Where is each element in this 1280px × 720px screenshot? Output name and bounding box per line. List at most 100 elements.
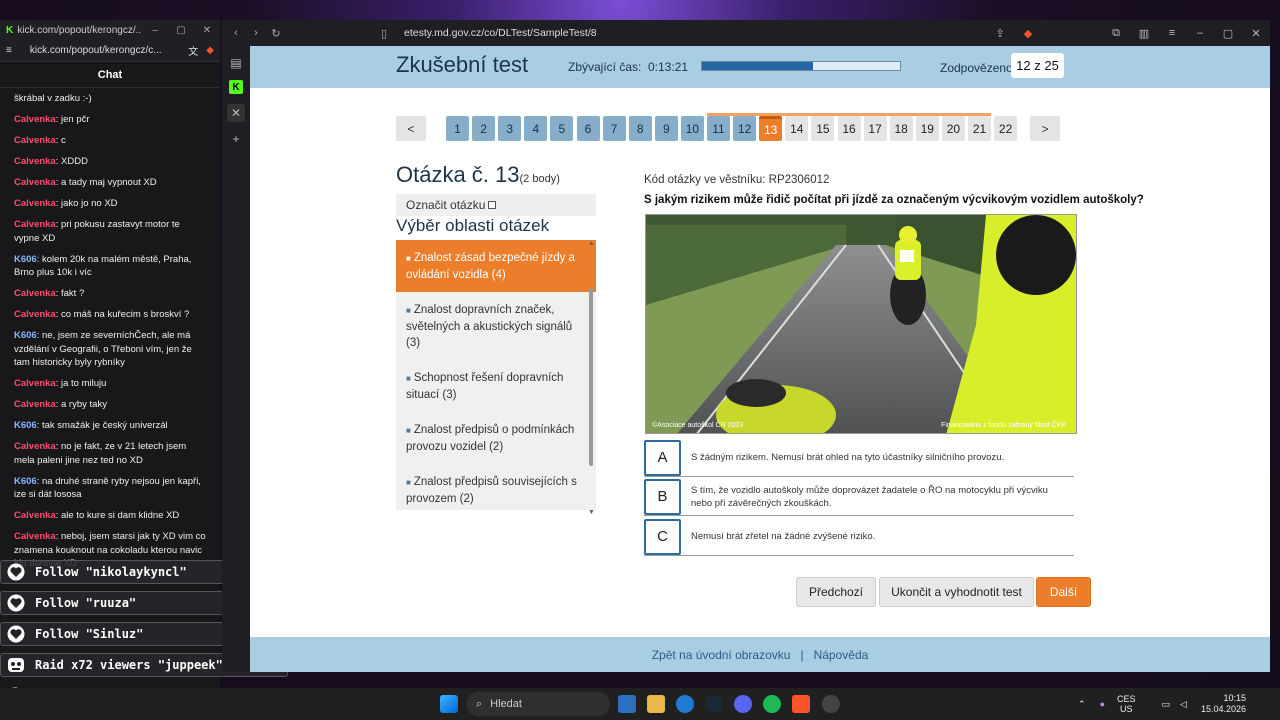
brave-icon[interactable] <box>792 695 810 713</box>
maximize-icon[interactable]: ▢ <box>1214 27 1242 40</box>
area-item[interactable]: ■ Znalost zásad bezpečné jízdy a ovládání… <box>396 240 596 292</box>
file-explorer-icon[interactable] <box>647 695 665 713</box>
taskbar-search[interactable]: ⌕ Hledat <box>466 692 610 716</box>
chat-username[interactable]: Calvenka <box>14 399 56 410</box>
kick-logo-icon[interactable]: K <box>229 80 243 94</box>
question-nav-19[interactable]: 19 <box>915 116 939 141</box>
translate-icon[interactable]: 文 <box>188 43 198 58</box>
chat-url-bar[interactable]: ≡ kick.com/popout/kerongcz/c... 文 ◆ <box>0 40 220 62</box>
question-nav-17[interactable]: 17 <box>863 116 887 141</box>
chat-username[interactable]: Calvenka <box>14 198 56 209</box>
question-nav-2[interactable]: 2 <box>472 116 496 141</box>
photos-icon[interactable] <box>618 695 636 713</box>
chat-username[interactable]: Calvenka <box>14 135 56 146</box>
minimize-icon[interactable]: – <box>1186 27 1214 40</box>
close-icon[interactable]: ✕ <box>1242 27 1270 40</box>
question-nav-15[interactable]: 15 <box>811 116 835 141</box>
obs-icon[interactable] <box>822 695 840 713</box>
steam-icon[interactable] <box>705 695 723 713</box>
question-nav-7[interactable]: 7 <box>602 116 626 141</box>
answer-option[interactable]: C Nemusí brát zřetel na žádné zvýšené riz… <box>644 518 1074 556</box>
minimize-icon[interactable]: – <box>142 25 168 36</box>
clock[interactable]: 10:15 15.04.2026 <box>1201 693 1246 715</box>
next-question-button[interactable]: > <box>1030 116 1060 141</box>
footer-home-link[interactable]: Zpět na úvodní obrazovku <box>652 648 791 662</box>
chat-username[interactable]: K606 <box>14 476 37 487</box>
start-icon[interactable] <box>440 695 458 713</box>
edge-icon[interactable] <box>676 695 694 713</box>
question-nav-4[interactable]: 4 <box>524 116 548 141</box>
question-nav-22[interactable]: 22 <box>994 116 1018 141</box>
chat-username[interactable]: Calvenka <box>14 156 56 167</box>
menu-icon[interactable]: ≡ <box>6 45 12 56</box>
area-item[interactable]: ■ Schopnost řešení dopravních situací (3) <box>396 360 596 412</box>
chat-username[interactable]: Calvenka <box>14 288 56 299</box>
volume-icon[interactable]: ◁ <box>1180 699 1187 710</box>
areas-scrollbar[interactable]: ▲ ▼ <box>588 240 595 516</box>
spotify-icon[interactable] <box>763 695 781 713</box>
mark-question-checkbox[interactable] <box>488 201 497 209</box>
address-bar[interactable]: etesty.md.gov.cz/co/DLTest/SampleTest/8 <box>404 27 597 39</box>
chat-username[interactable]: Calvenka <box>14 378 56 389</box>
mark-question-toggle[interactable]: Označit otázku <box>396 194 596 216</box>
finish-test-button[interactable]: Ukončit a vyhodnotit test <box>879 577 1034 607</box>
tab-search-icon[interactable]: ⧉ <box>1102 27 1130 40</box>
question-nav-1[interactable]: 1 <box>446 116 469 141</box>
reload-icon[interactable]: ↻ <box>266 27 286 40</box>
answer-letter-button[interactable]: A <box>644 439 681 476</box>
question-nav-18[interactable]: 18 <box>889 116 913 141</box>
question-nav-14[interactable]: 14 <box>785 116 809 141</box>
footer-help-link[interactable]: Nápověda <box>814 648 869 662</box>
scroll-up-icon[interactable]: ▲ <box>588 240 595 247</box>
answer-letter-button[interactable]: C <box>644 518 681 555</box>
chat-username[interactable]: K606 <box>14 420 37 431</box>
network-icon[interactable]: ▭ <box>1162 699 1171 710</box>
close-icon[interactable]: ✕ <box>227 104 245 122</box>
tray-chevron-icon[interactable]: ⌃ <box>1078 699 1086 710</box>
sidebar-panel-icon[interactable]: ▤ <box>230 56 241 70</box>
brave-shield-icon[interactable]: ◆ <box>206 45 214 56</box>
forward-icon[interactable]: › <box>246 27 266 39</box>
answer-option[interactable]: A S žádným rizikem. Nemusí brát ohled na … <box>644 439 1074 477</box>
chat-username[interactable]: Calvenka <box>14 441 56 452</box>
question-nav-11[interactable]: 11 <box>707 116 730 141</box>
prev-question-button[interactable]: < <box>396 116 426 141</box>
chat-username[interactable]: Calvenka <box>14 219 56 230</box>
brave-shield-icon[interactable]: ◆ <box>1014 27 1042 40</box>
next-button[interactable]: Další <box>1036 577 1091 607</box>
area-item[interactable]: ■ Znalost předpisů o podmínkách provozu v… <box>396 412 596 464</box>
maximize-icon[interactable]: ▢ <box>168 25 194 36</box>
add-icon[interactable]: + <box>232 132 239 146</box>
share-icon[interactable]: ⇪ <box>986 27 1014 40</box>
scrollbar-thumb[interactable] <box>589 288 593 466</box>
question-nav-21[interactable]: 21 <box>968 116 991 141</box>
previous-button[interactable]: Předchozí <box>796 577 876 607</box>
back-icon[interactable]: ‹ <box>226 27 246 39</box>
question-nav-3[interactable]: 3 <box>498 116 522 141</box>
chat-username[interactable]: K606 <box>14 254 37 265</box>
question-nav-6[interactable]: 6 <box>576 116 600 141</box>
scroll-down-icon[interactable]: ▼ <box>588 509 595 516</box>
question-nav-12[interactable]: 12 <box>733 116 757 141</box>
chat-username[interactable]: Calvenka <box>14 114 56 125</box>
area-item[interactable]: ■ Znalost předpisů souvisejících s provoz… <box>396 464 596 510</box>
question-nav-5[interactable]: 5 <box>550 116 574 141</box>
bookmark-icon[interactable]: ▯ <box>374 27 394 40</box>
chat-username[interactable]: K606 <box>14 330 37 341</box>
sidebar-toggle-icon[interactable]: ▥ <box>1130 27 1158 40</box>
discord-icon[interactable] <box>734 695 752 713</box>
chat-username[interactable]: Calvenka <box>14 531 56 542</box>
question-nav-10[interactable]: 10 <box>680 116 704 141</box>
question-nav-16[interactable]: 16 <box>837 116 861 141</box>
question-nav-9[interactable]: 9 <box>654 116 678 141</box>
chat-username[interactable]: Calvenka <box>14 309 56 320</box>
chat-username[interactable]: Calvenka <box>14 510 56 521</box>
area-item[interactable]: ■ Znalost dopravních značek, světelných a… <box>396 292 596 360</box>
language-indicator[interactable]: CES US <box>1117 694 1136 714</box>
chat-username[interactable]: Calvenka <box>14 177 56 188</box>
answer-letter-button[interactable]: B <box>644 478 681 515</box>
microphone-icon[interactable]: ● <box>1100 699 1105 709</box>
question-nav-8[interactable]: 8 <box>628 116 652 141</box>
close-icon[interactable]: ✕ <box>194 25 220 36</box>
browser-menu-icon[interactable]: ≡ <box>1158 27 1186 40</box>
